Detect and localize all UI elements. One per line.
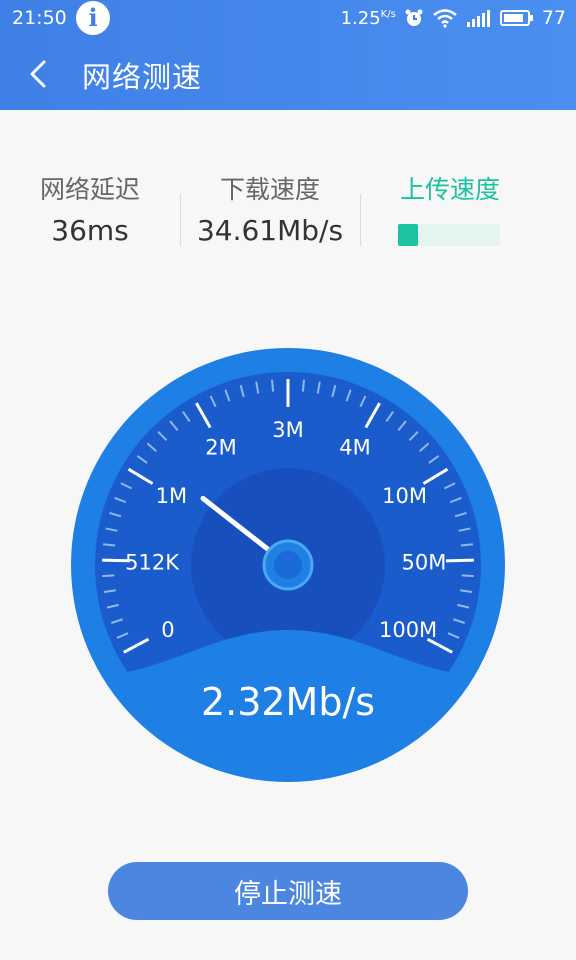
gauge-hub-center (274, 551, 302, 579)
gauge-label: 512K (125, 550, 180, 574)
speed-gauge: 0 512K 1M 2M 3M 4M 10M 50M 100M (71, 348, 505, 782)
gauge-minor-tick (102, 574, 115, 578)
gauge-minor-tick (103, 543, 116, 547)
gauge-minor-tick (271, 379, 275, 392)
gauge-minor-tick (301, 379, 305, 392)
gauge-label: 2M (205, 436, 236, 460)
gauge-label: 0 (161, 618, 174, 642)
gauge-minor-tick (461, 574, 474, 578)
gauge-label: 100M (379, 618, 437, 642)
gauge-label: 4M (339, 436, 370, 460)
gauge-label: 3M (272, 418, 303, 442)
gauge-label: 50M (402, 550, 447, 574)
gauge-minor-tick (460, 543, 473, 547)
gauge-label: 1M (156, 484, 187, 508)
current-speed: 2.32Mb/s (200, 680, 376, 724)
gauge-label: 10M (382, 484, 427, 508)
stop-test-button[interactable]: 停止测速 (108, 862, 468, 920)
gauge-major-tick (445, 558, 474, 563)
